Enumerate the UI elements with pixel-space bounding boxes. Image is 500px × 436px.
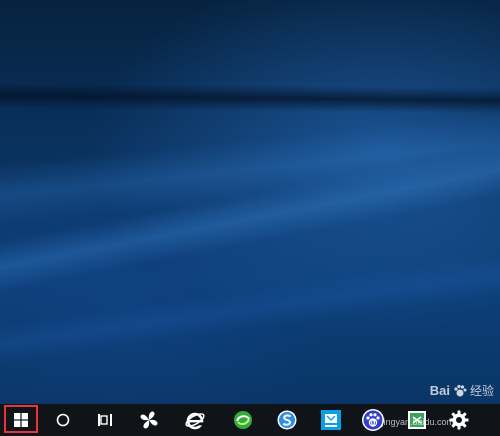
circle-icon	[56, 413, 70, 427]
task-view-button[interactable]	[86, 404, 124, 436]
ie-icon	[185, 412, 205, 430]
green-browser-button[interactable]	[224, 404, 262, 436]
watermark-url: jingyan.baidu.com	[381, 417, 454, 427]
cortana-search-button[interactable]	[44, 404, 82, 436]
pinwheel-icon	[140, 411, 158, 429]
blue-square-icon	[321, 410, 341, 430]
wallpaper-beam	[0, 82, 500, 115]
blue-s-app-button[interactable]	[268, 404, 306, 436]
svg-text:du: du	[370, 421, 376, 427]
start-button-highlight-box	[4, 405, 38, 433]
watermark-logo-suffix: 经验	[469, 384, 494, 398]
pinwheel-app-button[interactable]	[130, 404, 168, 436]
watermark-logo-text: Bai	[429, 383, 450, 398]
desktop-wallpaper	[0, 0, 500, 404]
blue-square-app-button[interactable]	[312, 404, 350, 436]
internet-explorer-button[interactable]	[176, 404, 214, 436]
baidu-paw-watermark-icon	[454, 384, 467, 396]
task-view-icon	[98, 414, 112, 426]
blue-s-icon	[277, 410, 297, 430]
green-swirl-icon	[234, 411, 252, 429]
baidu-watermark: Bai 经验	[430, 382, 494, 399]
